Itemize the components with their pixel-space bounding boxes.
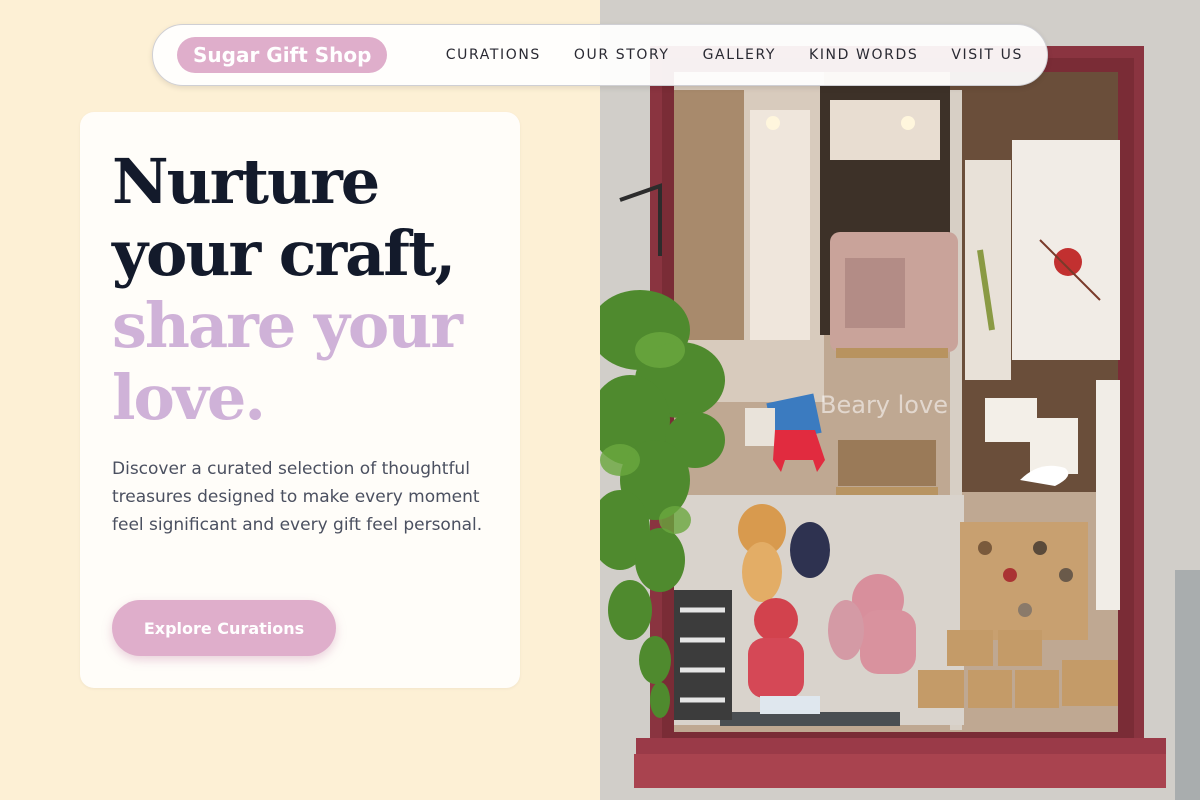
- hero-photo: Beary love: [600, 0, 1200, 800]
- nav-link-kind-words[interactable]: KIND WORDS: [809, 47, 918, 63]
- headline-accent-line-1: share your: [112, 289, 463, 362]
- storefront-window-image: Beary love: [600, 0, 1200, 800]
- explore-curations-button[interactable]: Explore Curations: [112, 600, 336, 656]
- headline-line-2: your craft,: [112, 217, 456, 290]
- headline-line-1: Nurture: [112, 145, 380, 218]
- nav-link-visit-us[interactable]: VISIT US: [951, 47, 1023, 63]
- nav-links: CURATIONS OUR STORY GALLERY KIND WORDS V…: [446, 25, 1023, 85]
- headline-accent-line-2: love.: [112, 361, 266, 434]
- hero-card: Nurture your craft, share your love. Dis…: [80, 112, 520, 688]
- nav-link-curations[interactable]: CURATIONS: [446, 47, 541, 63]
- brand-logo[interactable]: Sugar Gift Shop: [177, 37, 388, 73]
- nav-link-gallery[interactable]: GALLERY: [703, 47, 776, 63]
- window-sign-text: Beary love: [820, 391, 948, 419]
- hero-description: Discover a curated selection of thoughtf…: [112, 459, 483, 535]
- hero-headline: Nurture your craft, share your love.: [112, 146, 512, 434]
- top-navigation: Sugar Gift Shop CURATIONS OUR STORY GALL…: [152, 24, 1048, 86]
- nav-link-our-story[interactable]: OUR STORY: [574, 47, 670, 63]
